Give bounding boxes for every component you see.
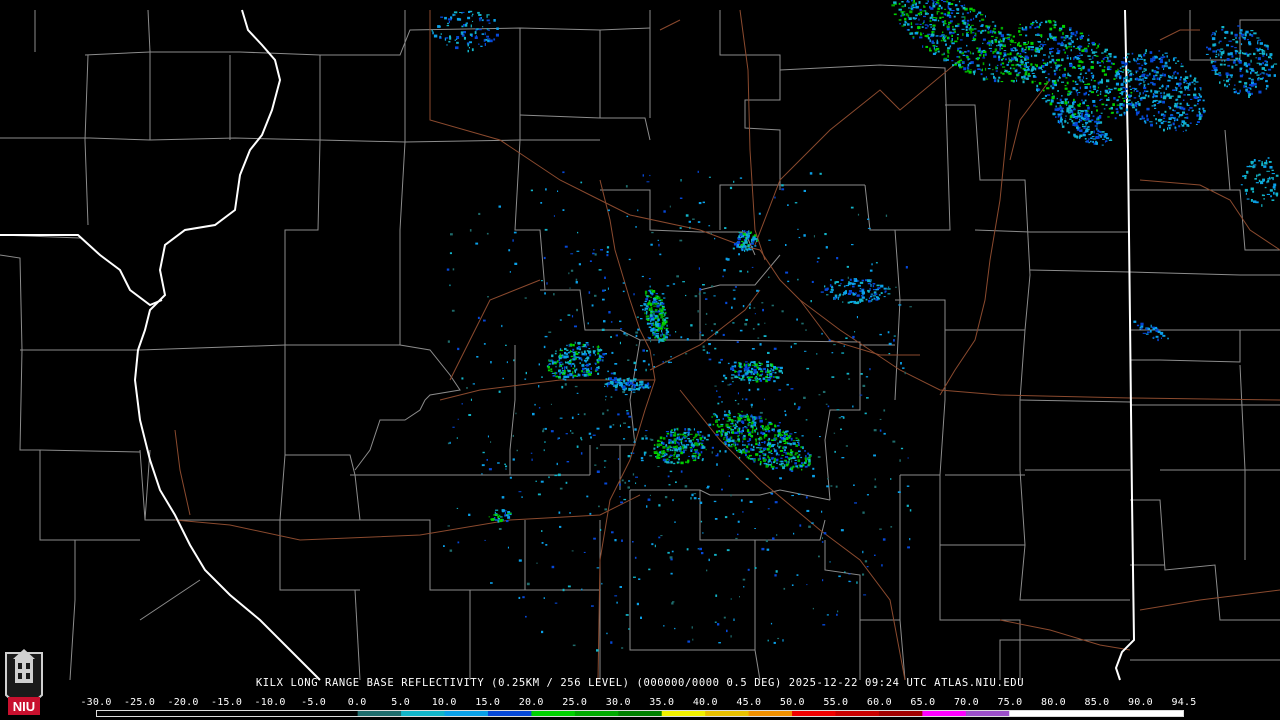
colorscale-swatch xyxy=(531,711,576,716)
colorscale-label: 80.0 xyxy=(1040,697,1066,708)
colorscale-swatch xyxy=(922,711,967,716)
colorscale-label: 40.0 xyxy=(692,697,718,708)
colorscale-label: 85.0 xyxy=(1084,697,1110,708)
colorscale-swatch xyxy=(1096,711,1141,716)
colorscale-swatch xyxy=(835,711,880,716)
radar-map xyxy=(0,0,1280,681)
colorscale-swatch xyxy=(965,711,1010,716)
colorscale-label: 20.0 xyxy=(518,697,544,708)
colorscale-label: 75.0 xyxy=(997,697,1023,708)
colorscale-swatch xyxy=(748,711,793,716)
colorscale-label: 90.0 xyxy=(1128,697,1153,708)
colorscale-swatch xyxy=(792,711,836,716)
colorscale-label: -5.0 xyxy=(301,697,327,708)
colorscale-swatch xyxy=(183,711,228,716)
colorscale-label: -15.0 xyxy=(210,697,243,708)
colorscale-swatch xyxy=(878,711,923,716)
colorscale-swatch xyxy=(270,711,315,716)
colorscale-label: 30.0 xyxy=(605,697,631,708)
colorscale-label: 70.0 xyxy=(953,697,979,708)
colorscale-swatch xyxy=(1009,711,1054,716)
colorscale-swatch xyxy=(401,711,446,716)
colorscale-label: 45.0 xyxy=(736,697,762,708)
colorscale-label: 94.5 xyxy=(1171,697,1197,708)
colorscale-labels: -30.0 -25.0 -20.0 -15.0 -10.0 -5.0 0.0 5.0 10.0 1… xyxy=(80,697,1196,709)
colorscale-label: -25.0 xyxy=(123,697,156,708)
radar-echoes xyxy=(431,0,1279,652)
colorscale-label: 60.0 xyxy=(866,697,892,708)
colorscale-label: 55.0 xyxy=(823,697,849,708)
colorscale-bar xyxy=(96,710,1184,717)
colorscale-label: 5.0 xyxy=(391,697,410,708)
colorscale-label: 15.0 xyxy=(475,697,501,708)
colorscale-label: 0.0 xyxy=(347,697,367,708)
colorscale-swatch xyxy=(227,711,272,716)
colorscale-swatch xyxy=(140,711,185,716)
colorscale-swatch xyxy=(314,711,359,716)
colorscale-label: -20.0 xyxy=(167,697,199,708)
colorscale-label: 10.0 xyxy=(431,697,457,708)
colorscale-swatch xyxy=(661,711,706,716)
colorscale-swatch xyxy=(357,711,402,716)
colorscale-label: 25.0 xyxy=(562,697,588,708)
colorscale-swatch xyxy=(487,711,532,716)
colorscale-swatch xyxy=(1052,711,1097,716)
colorscale-label: -10.0 xyxy=(254,697,286,708)
product-caption: KILX LONG RANGE BASE REFLECTIVITY (0.25K… xyxy=(255,677,1025,689)
colorscale-swatch xyxy=(444,711,489,716)
colorscale-label: -30.0 xyxy=(80,697,112,708)
colorscale-swatch xyxy=(97,711,141,716)
colorscale-label: 65.0 xyxy=(910,697,936,708)
niu-logo: NIU xyxy=(5,649,43,715)
colorscale-swatch xyxy=(705,711,750,716)
colorscale-swatch xyxy=(618,711,663,716)
colorscale-label: 50.0 xyxy=(779,697,805,708)
logo-text: NIU xyxy=(13,699,35,714)
colorscale-swatch xyxy=(1139,711,1183,716)
colorscale-label: 35.0 xyxy=(649,697,675,708)
colorscale-swatch xyxy=(574,711,619,716)
